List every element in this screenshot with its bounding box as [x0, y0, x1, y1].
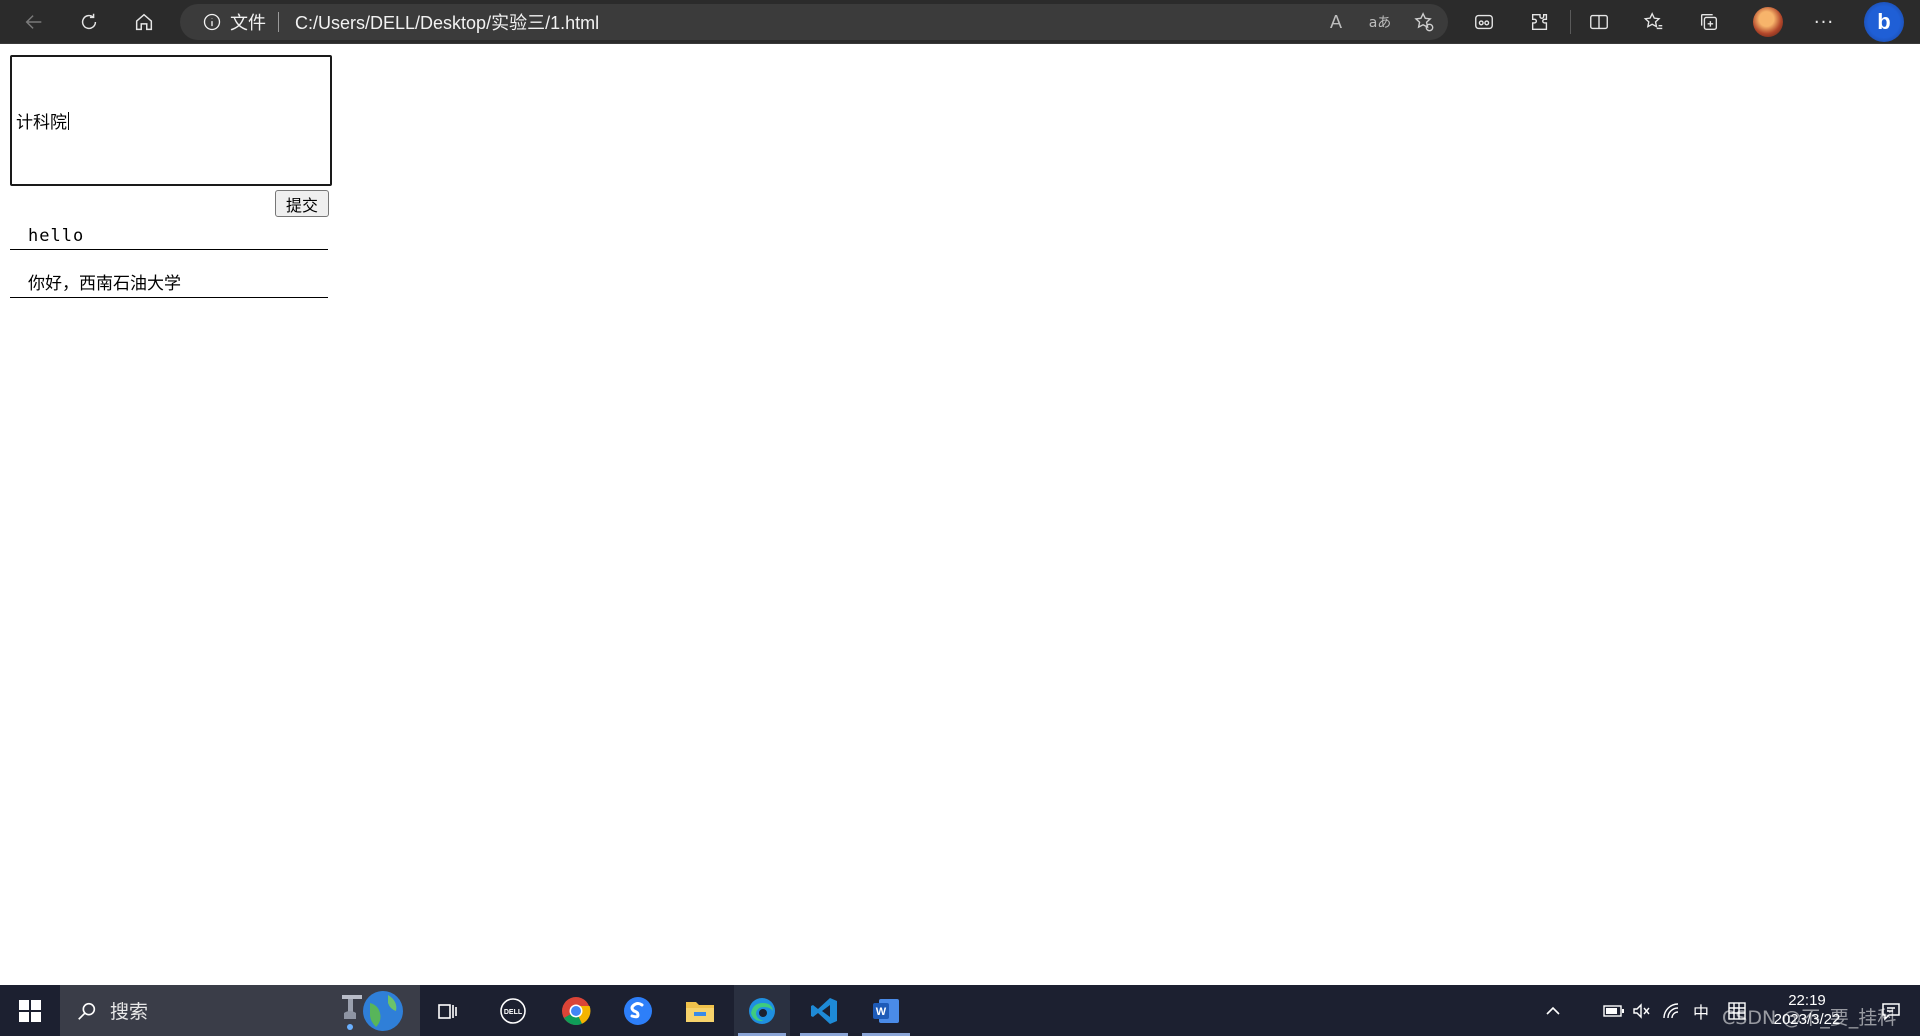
extensions-button[interactable]	[1524, 6, 1556, 38]
show-hidden-icons-button[interactable]	[1538, 985, 1568, 1036]
page-content: 计科院 提交 hello 你好，西南石油大学	[0, 44, 1920, 985]
split-screen-button[interactable]	[1583, 6, 1615, 38]
system-clock[interactable]: 22:19 2023/3/22	[1762, 991, 1852, 1029]
notification-center-button[interactable]	[1862, 985, 1920, 1036]
start-button[interactable]	[0, 985, 60, 1036]
translate-button[interactable]: aあ	[1362, 4, 1398, 40]
search-icon	[76, 1000, 98, 1022]
vscode-icon	[811, 997, 837, 1024]
ime-language-button[interactable]: 中	[1688, 985, 1714, 1036]
notification-icon	[1882, 1002, 1900, 1021]
address-separator	[278, 12, 279, 32]
battery-icon	[1603, 1004, 1624, 1017]
sogou-input-button[interactable]	[610, 985, 666, 1036]
read-aloud-icon: A	[1329, 11, 1342, 32]
vscode-button[interactable]	[796, 985, 852, 1036]
edge-browser-button[interactable]	[734, 985, 790, 1036]
star-add-icon	[1414, 12, 1434, 32]
info-icon[interactable]	[202, 12, 222, 32]
puzzle-icon	[1531, 13, 1548, 31]
edge-icon	[749, 997, 775, 1024]
arrow-left-icon	[25, 15, 42, 29]
submit-button[interactable]: 提交	[275, 190, 329, 217]
svg-text:DELL: DELL	[504, 1009, 523, 1016]
more-icon: ···	[1813, 11, 1835, 33]
network-tray-button[interactable]	[1658, 985, 1686, 1036]
address-scheme-label: 文件	[230, 13, 266, 34]
taskbar: 搜索 DELL W 中 CSDN @不_要_挂科 22:19 2023/3/22	[0, 985, 1920, 1036]
task-view-button[interactable]	[420, 985, 476, 1036]
refresh-icon	[81, 13, 97, 30]
search-placeholder: 搜索	[110, 1001, 149, 1023]
clock-date: 2023/3/22	[1773, 1011, 1841, 1028]
textarea-value: 计科院	[16, 113, 67, 133]
folder-icon	[686, 1001, 714, 1022]
word-icon: W	[873, 998, 899, 1023]
bing-icon: b	[1877, 9, 1891, 34]
chrome-icon	[562, 996, 591, 1025]
games-button[interactable]	[1468, 6, 1500, 38]
favorites-icon	[1643, 12, 1663, 30]
ime-label: 中	[1692, 1002, 1709, 1022]
file-explorer-button[interactable]	[672, 985, 728, 1036]
copilot-button[interactable]: b	[1864, 2, 1904, 42]
gamepad-icon	[1475, 14, 1493, 30]
svg-text:W: W	[876, 1006, 887, 1018]
back-button[interactable]	[18, 6, 50, 38]
add-favorite-button[interactable]	[1406, 4, 1442, 40]
read-aloud-button[interactable]: A	[1318, 4, 1354, 40]
windows-logo-icon	[19, 999, 41, 1022]
message-textarea[interactable]: 计科院	[10, 55, 332, 186]
word-button[interactable]: W	[858, 985, 914, 1036]
translate-icon: aあ	[1368, 15, 1392, 31]
refresh-button[interactable]	[73, 6, 105, 38]
chrome-button[interactable]	[548, 985, 604, 1036]
earth-day-illustration-icon	[342, 991, 403, 1031]
message-item: 你好，西南石油大学	[10, 270, 328, 298]
home-button[interactable]	[128, 6, 160, 38]
dell-app-button[interactable]: DELL	[485, 985, 541, 1036]
home-icon	[135, 13, 153, 31]
browser-toolbar: 文件 C:/Users/DELL/Desktop/实验三/1.html A aあ…	[0, 0, 1920, 44]
message-item: hello	[10, 222, 328, 250]
sogou-s-icon	[624, 996, 652, 1025]
split-screen-icon	[1590, 14, 1608, 30]
collections-icon	[1700, 13, 1718, 31]
more-menu-button[interactable]: ···	[1808, 6, 1840, 38]
text-caret	[68, 111, 69, 130]
clock-time: 22:19	[1788, 992, 1826, 1009]
volume-tray-button[interactable]	[1628, 985, 1656, 1036]
address-bar[interactable]: 文件 C:/Users/DELL/Desktop/实验三/1.html A aあ	[180, 4, 1448, 40]
chevron-up-icon	[1546, 1006, 1560, 1015]
collections-button[interactable]	[1693, 6, 1725, 38]
toolbar-divider	[1570, 10, 1571, 34]
task-view-icon	[438, 1003, 457, 1019]
profile-avatar[interactable]	[1753, 7, 1783, 37]
address-url[interactable]: C:/Users/DELL/Desktop/实验三/1.html	[295, 9, 599, 35]
battery-tray-button[interactable]	[1600, 985, 1628, 1036]
volume-muted-icon	[1633, 1002, 1650, 1019]
wifi-icon	[1663, 1002, 1679, 1018]
dell-logo-icon: DELL	[500, 997, 526, 1024]
favorites-button[interactable]	[1638, 6, 1670, 38]
